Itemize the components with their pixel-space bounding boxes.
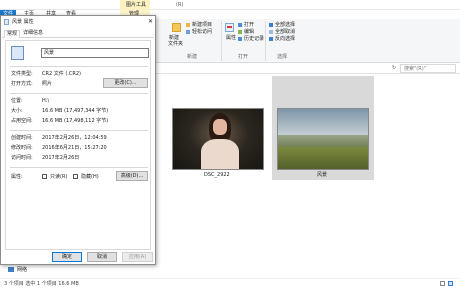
modified-label: 修改时间:: [11, 145, 33, 151]
history-icon: [238, 37, 242, 41]
photo-field: [278, 147, 368, 169]
dialog-file-icon: [4, 19, 9, 25]
new-item-button[interactable]: 新建项目: [192, 23, 212, 28]
nav-item-network[interactable]: 网络: [17, 268, 27, 273]
ok-button[interactable]: 确定: [52, 252, 82, 262]
explorer-titlebar: [0, 0, 460, 10]
edit-button[interactable]: 编辑: [244, 30, 254, 35]
new-item-icon: [186, 23, 190, 27]
file-name-dsc2922[interactable]: DSC_2922: [204, 173, 230, 178]
separator: [10, 130, 148, 131]
cancel-button[interactable]: 取消: [87, 252, 117, 262]
change-button[interactable]: 更改(C)...: [103, 78, 148, 88]
hidden-label: 隐藏(H): [81, 174, 99, 180]
new-folder-label-2: 文件夹: [168, 41, 184, 47]
accessed-value: 2017年2月26日: [42, 155, 80, 161]
invert-selection-button[interactable]: 反向选择: [275, 37, 295, 42]
edit-icon: [238, 30, 242, 34]
location-label: 位置:: [11, 98, 23, 104]
search-box[interactable]: 搜索"(R)": [400, 64, 456, 73]
details-view-icon[interactable]: [440, 281, 445, 286]
history-button[interactable]: 历史记录: [244, 37, 264, 42]
separator: [10, 93, 148, 94]
ribbon-divider: [265, 21, 266, 61]
photo-sky: [278, 109, 368, 137]
open-with-label: 打开方式:: [11, 81, 33, 87]
created-value: 2017年2月26日，12:04:59: [42, 135, 107, 141]
select-group-label: 选择: [277, 54, 288, 60]
easy-access-icon: [186, 30, 190, 34]
file-thumbnail-dsc2922[interactable]: [172, 108, 264, 170]
open-icon: [238, 23, 242, 27]
file-type-label: 文件类型:: [11, 71, 33, 77]
select-none-button[interactable]: 全部取消: [275, 30, 295, 35]
modified-value: 2016年6月21日，15:27:20: [42, 145, 107, 151]
select-none-icon: [269, 30, 273, 34]
properties-label: 属性: [226, 35, 237, 41]
window-title: (R): [176, 2, 184, 8]
attributes-label: 属性:: [11, 174, 23, 180]
separator: [10, 167, 148, 168]
size-on-disk-value: 16.6 MB (17,498,112 字节): [42, 118, 109, 124]
size-on-disk-label: 占用空间:: [11, 118, 33, 124]
open-group-label: 打开: [238, 54, 249, 60]
hidden-checkbox[interactable]: [73, 174, 78, 179]
refresh-icon[interactable]: ↻: [392, 66, 396, 71]
file-name-value: 风景: [44, 50, 55, 56]
new-folder-icon[interactable]: [172, 23, 181, 32]
file-type-value: CR2 文件 (.CR2): [42, 71, 81, 77]
file-type-icon: [11, 46, 24, 60]
search-placeholder: 搜索"(R)": [404, 66, 426, 72]
open-with-value: 照片: [42, 81, 53, 87]
easy-access-button[interactable]: 轻松访问: [192, 30, 212, 35]
dialog-title: 风景 属性: [12, 19, 34, 25]
file-name-input[interactable]: 风景: [41, 48, 149, 58]
open-button[interactable]: 打开: [244, 23, 254, 28]
tab-general[interactable]: 常规: [4, 30, 21, 38]
status-text: 3 个项目 选中 1 个项目 16.6 MB: [4, 281, 79, 287]
readonly-checkbox[interactable]: [42, 174, 47, 179]
tab-details[interactable]: 详细信息: [23, 31, 43, 36]
ribbon-divider: [221, 21, 222, 61]
close-icon[interactable]: ✕: [148, 19, 153, 25]
photo-face-hands: [213, 119, 227, 135]
location-value: H:\: [42, 98, 50, 104]
select-all-icon: [269, 23, 273, 27]
separator: [10, 66, 148, 67]
picture-tools-header: 图片工具: [120, 0, 150, 10]
new-group-label: 新建: [187, 54, 198, 60]
status-bar: 3 个项目 选中 1 个项目 16.6 MB: [0, 278, 460, 288]
size-value: 16.6 MB (17,497,344 字节): [42, 108, 109, 114]
photo-dress: [201, 139, 239, 169]
select-all-button[interactable]: 全部选择: [275, 23, 295, 28]
apply-button[interactable]: 应用(A): [122, 252, 153, 262]
picture-tools-label: 图片工具: [126, 2, 147, 8]
readonly-label: 只读(R): [50, 174, 68, 180]
network-icon: [8, 267, 14, 272]
properties-check-icon: [227, 26, 232, 28]
invert-selection-icon: [269, 37, 273, 41]
large-icons-view-icon[interactable]: [448, 281, 453, 286]
created-label: 创建时间:: [11, 135, 33, 141]
accessed-label: 访问时间:: [11, 155, 33, 161]
properties-dialog: 风景 属性 ✕ 常规 详细信息 风景 文件类型: CR2 文件 (.CR2) 打…: [0, 15, 156, 265]
file-thumbnail-landscape[interactable]: [277, 108, 369, 170]
advanced-button[interactable]: 高级(D)...: [116, 171, 148, 181]
size-label: 大小:: [11, 108, 23, 114]
file-name-landscape[interactable]: 风景: [317, 173, 327, 178]
